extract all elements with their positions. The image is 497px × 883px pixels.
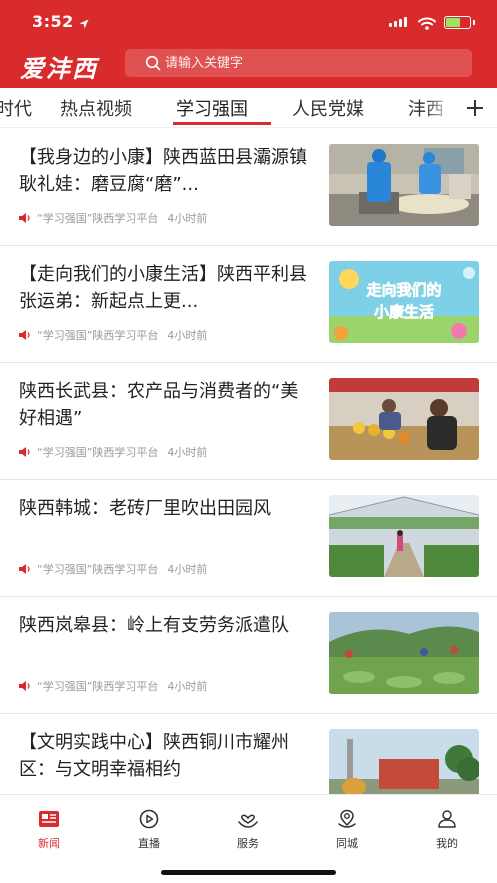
news-list: 【我身边的小康】陕西蓝田县灞源镇耿礼娃：磨豆腐“磨”... “学习强国”陕西学习… xyxy=(0,128,497,794)
news-thumbnail-tofu-workers xyxy=(329,144,479,226)
news-meta: “学习强国”陕西学习平台 4小时前 xyxy=(19,210,207,226)
app-bar: 爱沣西 xyxy=(0,44,497,88)
tab-hot-video[interactable]: 热点视频 xyxy=(60,95,132,121)
nav-label: 服务 xyxy=(237,837,259,850)
news-meta: “学习强国”陕西学习平台 4小时前 xyxy=(19,327,207,343)
nav-mine[interactable]: 我的 xyxy=(417,809,477,851)
news-title: 陕西韩城：老砖厂里吹出田园风 xyxy=(19,498,271,519)
status-bar: 3:52 xyxy=(0,0,497,44)
news-title: 陕西岚皋县：岭上有支劳务派遣队 xyxy=(19,615,289,636)
news-thumbnail-field-workers xyxy=(329,612,479,694)
status-time: 3:52 xyxy=(32,12,74,31)
nav-label: 直播 xyxy=(138,837,160,850)
tabs-fade xyxy=(425,88,453,127)
nav-label: 新闻 xyxy=(38,837,60,850)
play-icon xyxy=(139,809,159,829)
news-time: 4小时前 xyxy=(167,212,208,225)
news-source: “学习强国”陕西学习平台 xyxy=(37,563,159,576)
nav-live[interactable]: 直播 xyxy=(119,809,179,851)
news-source: “学习强国”陕西学习平台 xyxy=(37,212,159,225)
news-source: “学习强国”陕西学习平台 xyxy=(37,329,159,342)
news-title: 【走向我们的小康生活】陕西平利县张运弟：新起点上更... xyxy=(19,264,307,312)
news-item[interactable]: 陕西岚皋县：岭上有支劳务派遣队 “学习强国”陕西学习平台 4小时前 xyxy=(0,596,497,714)
news-thumbnail-farm-products xyxy=(329,378,479,460)
news-source: “学习强国”陕西学习平台 xyxy=(37,446,159,459)
nav-label: 我的 xyxy=(436,837,458,850)
nav-label: 同城 xyxy=(336,837,358,850)
news-source: “学习强国”陕西学习平台 xyxy=(37,680,159,693)
news-meta: “学习强国”陕西学习平台 4小时前 xyxy=(19,561,207,577)
news-thumbnail-greenhouse xyxy=(329,495,479,577)
speaker-icon xyxy=(19,213,30,223)
thumbnail-banner-text-line2: 小康生活 xyxy=(374,303,434,321)
search-input[interactable] xyxy=(165,53,455,73)
news-meta: “学习强国”陕西学习平台 4小时前 xyxy=(19,444,207,460)
add-channel-button[interactable] xyxy=(453,88,497,127)
news-item[interactable]: 陕西韩城：老砖厂里吹出田园风 “学习强国”陕西学习平台 4小时前 xyxy=(0,479,497,597)
plus-icon xyxy=(467,100,483,116)
news-time: 4小时前 xyxy=(167,446,208,459)
thumbnail-banner-text-line1: 走向我们的 xyxy=(366,281,441,299)
location-arrow-icon xyxy=(79,14,89,33)
news-title: 【我身边的小康】陕西蓝田县灞源镇耿礼娃：磨豆腐“磨”... xyxy=(19,147,307,195)
tab-shidai[interactable]: 时代 xyxy=(0,95,32,121)
search-icon xyxy=(145,55,161,75)
speaker-icon xyxy=(19,447,30,457)
app-logo[interactable]: 爱沣西 xyxy=(20,49,98,84)
home-indicator xyxy=(161,870,336,875)
news-item[interactable]: 【走向我们的小康生活】陕西平利县张运弟：新起点上更... “学习强国”陕西学习平… xyxy=(0,245,497,363)
nav-local[interactable]: 同城 xyxy=(317,809,377,851)
active-tab-indicator xyxy=(173,122,271,125)
news-thumbnail-xiaokang-banner: 走向我们的 小康生活 xyxy=(329,261,479,343)
location-icon xyxy=(338,809,356,828)
news-item[interactable]: 【我身边的小康】陕西蓝田县灞源镇耿礼娃：磨豆腐“磨”... “学习强国”陕西学习… xyxy=(0,128,497,246)
news-item[interactable]: 【文明实践中心】陕西铜川市耀州区：与文明幸福相约 xyxy=(0,713,497,794)
nav-service[interactable]: 服务 xyxy=(218,809,278,851)
news-time: 4小时前 xyxy=(167,563,208,576)
user-icon xyxy=(438,810,456,828)
news-meta: “学习强国”陕西学习平台 4小时前 xyxy=(19,678,207,694)
news-title: 陕西长武县：农产品与消费者的“美好相遇” xyxy=(19,381,299,429)
app-header: 3:52 爱沣西 xyxy=(0,0,497,88)
battery-icon xyxy=(444,16,471,29)
news-item[interactable]: 陕西长武县：农产品与消费者的“美好相遇” “学习强国”陕西学习平台 4小时前 xyxy=(0,362,497,480)
cellular-signal-icon xyxy=(389,17,407,27)
heart-hand-icon xyxy=(238,814,258,828)
speaker-icon xyxy=(19,564,30,574)
wifi-icon xyxy=(418,15,436,34)
speaker-icon xyxy=(19,681,30,691)
speaker-icon xyxy=(19,330,30,340)
news-title: 【文明实践中心】陕西铜川市耀州区：与文明幸福相约 xyxy=(19,732,289,780)
news-time: 4小时前 xyxy=(167,329,208,342)
news-time: 4小时前 xyxy=(167,680,208,693)
tab-xuexi-qiangguo[interactable]: 学习强国 xyxy=(176,95,248,121)
news-icon xyxy=(39,811,59,827)
nav-news[interactable]: 新闻 xyxy=(19,809,79,851)
search-bar[interactable] xyxy=(125,49,472,77)
battery-nub xyxy=(473,20,475,25)
channel-tabs: 时代 热点视频 学习强国 人民党媒 沣西 xyxy=(0,88,497,128)
news-thumbnail-civic-plaza xyxy=(329,729,479,794)
tab-people-party-media[interactable]: 人民党媒 xyxy=(292,95,364,121)
